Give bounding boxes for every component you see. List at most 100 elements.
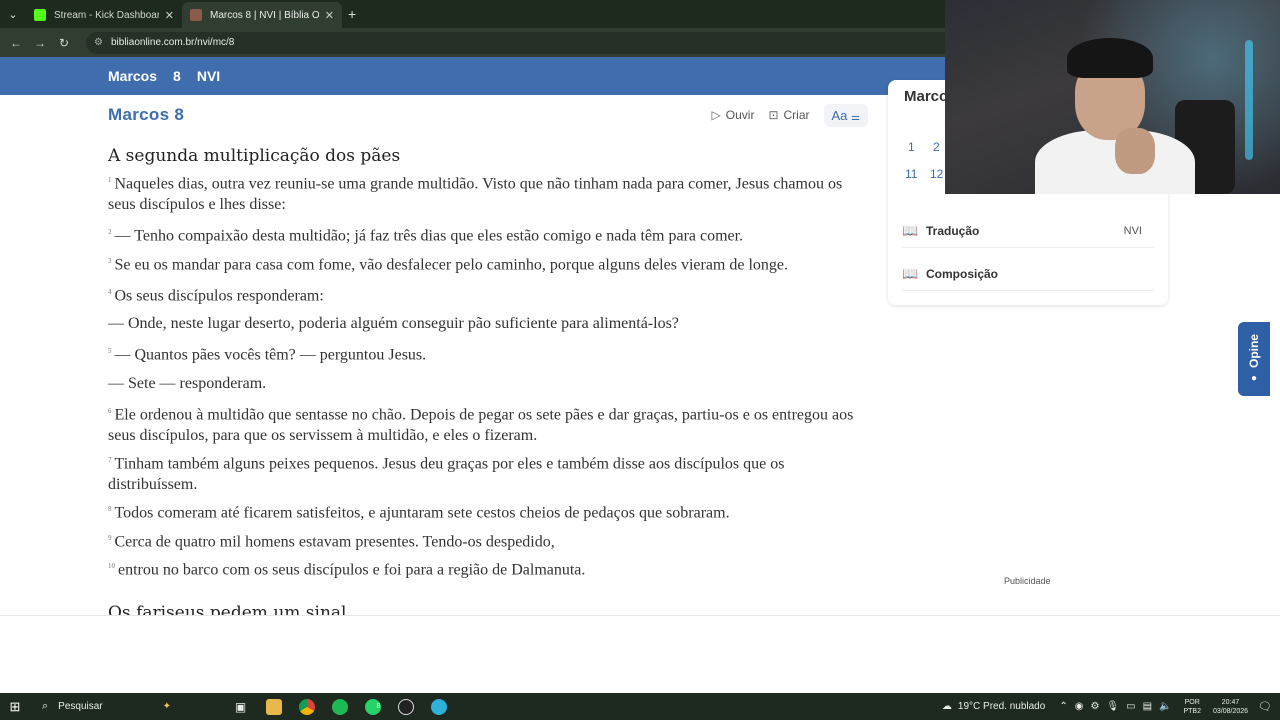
verse-text: entrou no barco com os seus discípulos e… bbox=[118, 561, 586, 579]
weather-icon: ☁ bbox=[941, 701, 952, 712]
task-view-icon[interactable]: ▣ bbox=[224, 693, 257, 720]
font-label: Aa bbox=[831, 107, 848, 123]
section-title: A segunda multiplicação dos pães bbox=[108, 146, 401, 166]
chapter-header: Marcos 8 ▷ Ouvir ⊡ Criar Aa ⚌ bbox=[108, 95, 868, 135]
copilot-sparkle-icon: ✦ bbox=[162, 701, 172, 712]
book-icon: 📖 bbox=[902, 265, 919, 281]
verse-number: 1 bbox=[108, 176, 112, 184]
settings-icon[interactable]: ⚙ bbox=[1090, 701, 1099, 712]
tab-biblia-online[interactable]: Marcos 8 | NVI | Bíblia Online ✕ bbox=[182, 2, 342, 28]
verse-number: 7 bbox=[108, 455, 112, 464]
verse-number: 5 bbox=[108, 347, 112, 356]
file-explorer-icon[interactable] bbox=[257, 693, 290, 720]
verse[interactable]: — Sete — responderam. bbox=[108, 373, 868, 394]
record-icon[interactable]: ◉ bbox=[1075, 701, 1084, 712]
sidebar-item-traducao[interactable]: 📖 Tradução NVI bbox=[902, 214, 1154, 248]
book-selector[interactable]: Marcos bbox=[108, 68, 157, 84]
whatsapp-icon[interactable]: 8 bbox=[356, 693, 389, 720]
verse-text: — Tenho compaixão desta multidão; já faz… bbox=[114, 227, 744, 245]
version-selector[interactable]: NVI bbox=[197, 68, 220, 84]
bible-icon bbox=[190, 9, 202, 21]
font-settings-button[interactable]: Aa ⚌ bbox=[823, 103, 868, 127]
url-text: bibliaonline.com.br/nvi/mc/8 bbox=[110, 37, 235, 48]
verse[interactable]: 7 Tinham também alguns peixes pequenos. J… bbox=[108, 450, 868, 495]
verse-number: 3 bbox=[108, 256, 112, 265]
keyboard-layout: PTB2 bbox=[1183, 707, 1201, 715]
search-label: Pesquisar bbox=[58, 701, 103, 712]
sliders-icon: ⚌ bbox=[851, 111, 860, 123]
verse[interactable]: 2— Tenho compaixão desta multidão; já fa… bbox=[108, 222, 868, 246]
notification-icon[interactable]: 🗨 bbox=[1258, 700, 1272, 713]
listen-label: Ouvir bbox=[725, 108, 755, 122]
weather-widget[interactable]: ☁ 19°C Pred. nublado bbox=[942, 701, 1045, 712]
verse[interactable]: 10 entrou no barco com os seus discípulos… bbox=[108, 556, 868, 580]
verse[interactable]: 3 Se eu os mandar para casa com fome, vão… bbox=[108, 251, 868, 275]
close-icon[interactable]: ✕ bbox=[325, 9, 334, 22]
close-icon[interactable]: ✕ bbox=[165, 9, 174, 22]
verse[interactable]: 9 Cerca de quatro mil homens estavam pres… bbox=[108, 528, 868, 552]
verse-text: Todos comeram até ficarem satisfeitos, e… bbox=[114, 504, 730, 522]
chapter-link[interactable]: 12 bbox=[930, 167, 943, 181]
url-field[interactable]: ⚙ bibliaonline.com.br/nvi/mc/8 bbox=[86, 31, 956, 54]
verse-text: — Sete — responderam. bbox=[108, 374, 267, 392]
tab-title: Marcos 8 | NVI | Bíblia Online bbox=[210, 9, 319, 21]
obs-icon[interactable] bbox=[389, 693, 422, 720]
verse[interactable]: 5— Quantos pães vocês têm? — perguntou J… bbox=[108, 341, 868, 365]
forward-icon[interactable]: → bbox=[28, 36, 52, 50]
verse-text: Cerca de quatro mil homens estavam prese… bbox=[114, 532, 555, 550]
tab-title: Stream - Kick Dashboard bbox=[54, 9, 159, 21]
weather-text: 19°C Pred. nublado bbox=[957, 701, 1046, 712]
windows-start-icon[interactable]: ⊞ bbox=[0, 699, 30, 715]
taskbar-search[interactable]: ⌕ Pesquisar ✦ bbox=[34, 696, 224, 718]
system-tray: ☁ 19°C Pred. nublado ⌃ ◉ ⚙ 🎙 ▭ ▤ 🔈 POR P… bbox=[942, 693, 1280, 720]
language-code: POR bbox=[1184, 698, 1200, 706]
verse[interactable]: 6 Ele ordenou à multidão que sentasse no … bbox=[108, 401, 868, 446]
verse[interactable]: 8 Todos comeram até ficarem satisfeitos, … bbox=[108, 499, 868, 523]
network-icon[interactable]: ▤ bbox=[1143, 701, 1152, 712]
spotify-icon[interactable] bbox=[323, 693, 356, 720]
sidebar-item-label: Composição bbox=[926, 266, 999, 281]
chapter-tools: ▷ Ouvir ⊡ Criar Aa ⚌ bbox=[712, 103, 868, 127]
bottom-overlay bbox=[0, 615, 1280, 693]
chapter-title: Marcos 8 bbox=[108, 105, 185, 124]
chevron-up-icon[interactable]: ⌃ bbox=[1059, 701, 1067, 712]
chapter-link[interactable]: 1 bbox=[908, 140, 915, 154]
chrome-icon[interactable] bbox=[290, 693, 323, 720]
listen-button[interactable]: ▷ Ouvir bbox=[712, 108, 755, 122]
time: 20:47 bbox=[1221, 698, 1240, 706]
microphone-icon[interactable]: 🎙 bbox=[1106, 701, 1119, 712]
chapter-selector[interactable]: 8 bbox=[173, 68, 181, 84]
tab-search-icon[interactable]: ⌄ bbox=[0, 0, 26, 28]
sidebar-item-composicao[interactable]: 📖 Composição bbox=[902, 257, 1154, 291]
kick-icon bbox=[34, 9, 46, 21]
create-button[interactable]: ⊡ Criar bbox=[768, 108, 809, 122]
next-section-title: Os fariseus pedem um sinal bbox=[108, 603, 347, 615]
sidebar-item-value: NVI bbox=[1123, 224, 1142, 237]
language-indicator[interactable]: POR PTB2 bbox=[1183, 698, 1201, 716]
book-icon: 📖 bbox=[902, 222, 919, 238]
new-tab-icon[interactable]: + bbox=[348, 6, 356, 22]
verse[interactable]: 1 Naqueles dias, outra vez reuniu-se uma … bbox=[108, 170, 868, 215]
whatsapp-badge: 8 bbox=[376, 703, 381, 710]
feedback-button[interactable]: Opine ● bbox=[1238, 322, 1270, 396]
feedback-label: Opine bbox=[1247, 334, 1261, 369]
reload-icon[interactable]: ↻ bbox=[52, 36, 76, 50]
verse[interactable]: 4 Os seus discípulos responderam: bbox=[108, 282, 868, 306]
verse-text: Tinham também alguns peixes pequenos. Je… bbox=[108, 455, 785, 494]
webcam-light bbox=[1245, 40, 1253, 160]
display-icon[interactable]: ▭ bbox=[1126, 701, 1135, 712]
chapter-link[interactable]: 11 bbox=[905, 167, 917, 181]
site-info-icon[interactable]: ⚙ bbox=[94, 37, 103, 48]
back-icon[interactable]: ← bbox=[4, 36, 28, 50]
create-label: Criar bbox=[783, 108, 810, 122]
verse-text: — Onde, neste lugar deserto, poderia alg… bbox=[108, 315, 679, 333]
clock[interactable]: 20:47 03/08/2026 bbox=[1213, 698, 1248, 716]
verse-text: Os seus discípulos responderam: bbox=[114, 287, 324, 305]
search-icon: ⌕ bbox=[42, 700, 49, 712]
verse[interactable]: — Onde, neste lugar deserto, poderia alg… bbox=[108, 313, 868, 334]
chat-icon: ● bbox=[1250, 372, 1258, 384]
chapter-link[interactable]: 2 bbox=[933, 140, 940, 154]
tab-kick-dashboard[interactable]: Stream - Kick Dashboard ✕ bbox=[26, 2, 182, 28]
edge-icon[interactable] bbox=[422, 693, 455, 720]
volume-icon[interactable]: 🔈 bbox=[1159, 701, 1171, 712]
